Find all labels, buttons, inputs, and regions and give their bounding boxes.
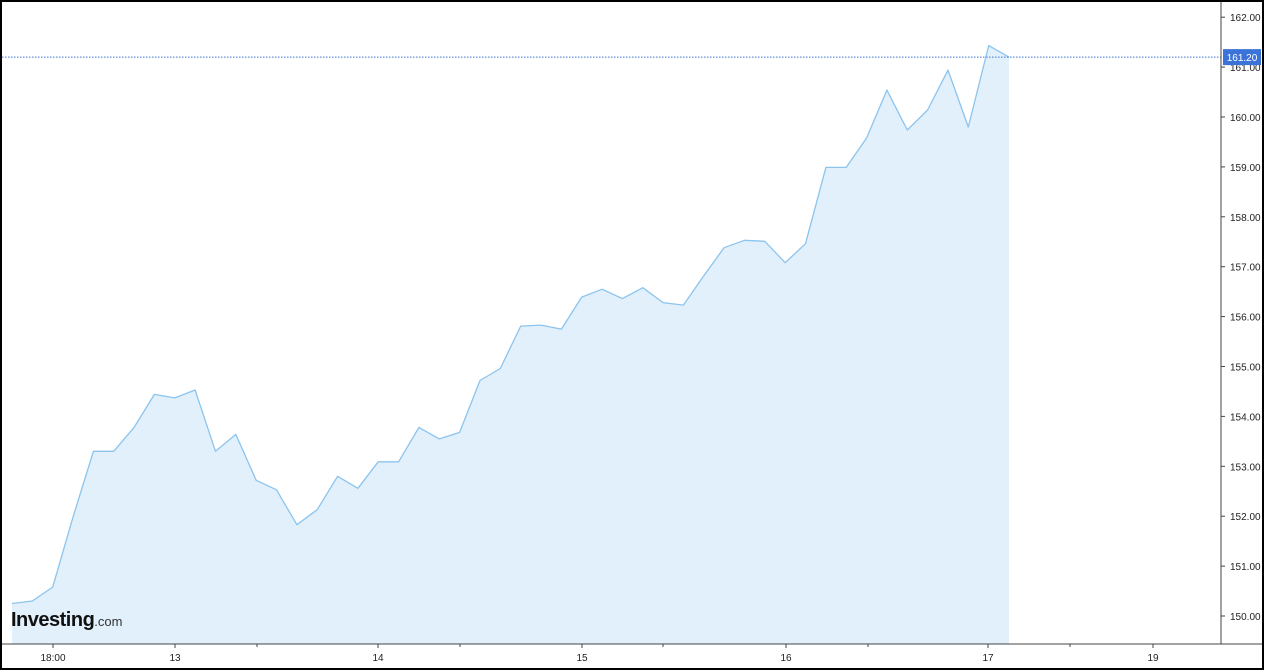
y-tick-label: 160.00 <box>1230 113 1261 124</box>
y-axis: 150.00 151.00 152.00 153.00 154.00 155.00 156.… <box>1220 2 1261 644</box>
x-tick-label: 17 <box>982 653 994 664</box>
y-tick-label: 159.00 <box>1230 163 1261 174</box>
x-tick-label: 13 <box>169 653 181 664</box>
logo-main-text: Investing <box>11 609 94 631</box>
y-tick-label: 154.00 <box>1230 412 1261 423</box>
x-tick-label: 16 <box>780 653 792 664</box>
price-chart[interactable]: 150.00 151.00 152.00 153.00 154.00 155.00 156.… <box>0 0 1264 670</box>
x-tick-label: 14 <box>372 653 384 664</box>
logo-suffix-text: .com <box>94 614 122 629</box>
y-tick-label: 150.00 <box>1230 612 1261 623</box>
area-fill <box>12 45 1009 645</box>
x-tick-label: 18:00 <box>40 653 65 664</box>
y-tick-label: 162.00 <box>1230 13 1261 24</box>
x-axis: 18:00 13 14 15 16 17 19 <box>2 643 1262 664</box>
y-tick-label: 157.00 <box>1230 263 1261 274</box>
y-tick-label: 156.00 <box>1230 313 1261 324</box>
y-tick-label: 153.00 <box>1230 462 1261 473</box>
x-tick-label: 19 <box>1147 653 1159 664</box>
price-tag-label: 161.20 <box>1227 53 1258 64</box>
y-tick-label: 151.00 <box>1230 562 1261 573</box>
y-tick-label: 155.00 <box>1230 363 1261 374</box>
current-price-tag: 161.20 <box>1223 49 1261 66</box>
y-tick-label: 158.00 <box>1230 213 1261 224</box>
x-tick-label: 15 <box>576 653 588 664</box>
y-tick-label: 152.00 <box>1230 512 1261 523</box>
area-layer <box>11 44 1010 645</box>
